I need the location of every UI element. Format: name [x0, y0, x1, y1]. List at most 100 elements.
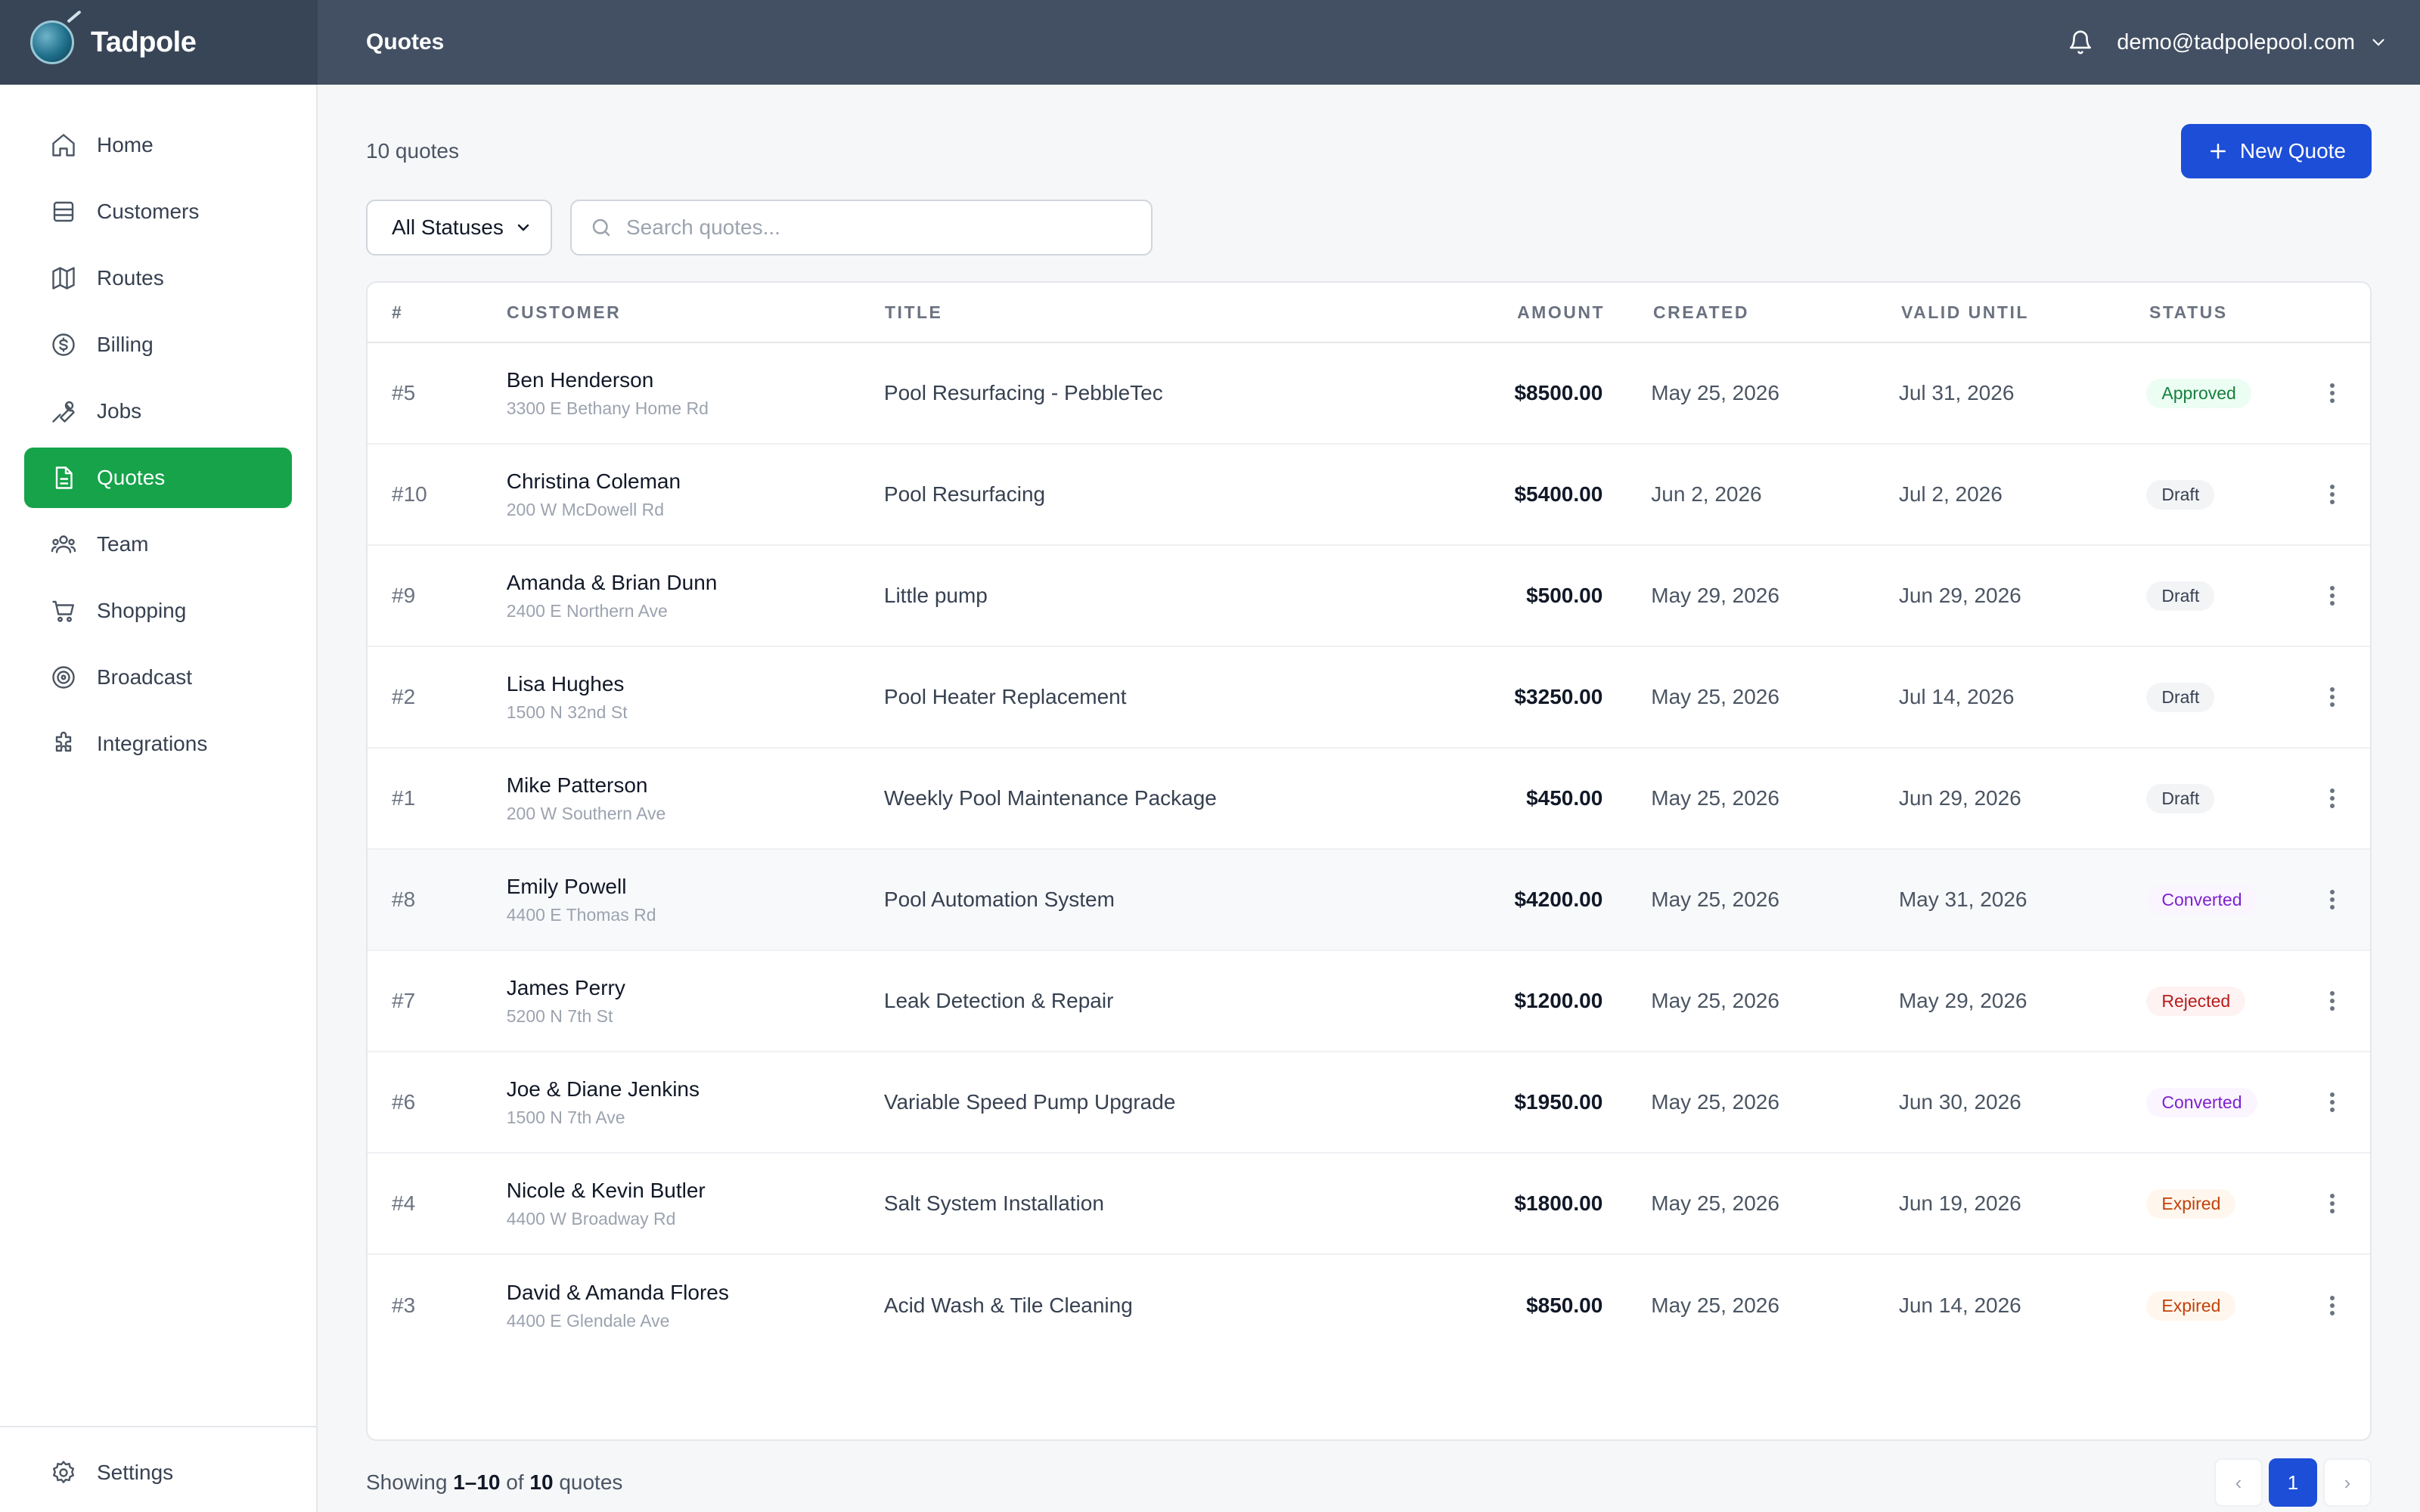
status-badge: Draft [2146, 783, 2215, 813]
sidebar-item-billing[interactable]: Billing [24, 314, 292, 375]
pager: ‹ 1 › [2214, 1458, 2372, 1507]
table-row[interactable]: #3 David & Amanda Flores 4400 E Glendale … [368, 1255, 2370, 1356]
new-quote-label: New Quote [2239, 139, 2346, 163]
customer-address: 1500 N 7th Ave [506, 1107, 625, 1127]
kebab-menu-icon[interactable] [2317, 581, 2347, 611]
search-input[interactable] [626, 215, 1118, 240]
customer-name: Ben Henderson [506, 367, 654, 392]
showing-text: Showing 1–10 of 10 quotes [366, 1470, 622, 1495]
table-row[interactable]: #5 Ben Henderson 3300 E Bethany Home Rd P… [368, 343, 2370, 445]
quote-amount: $1200.00 [1514, 989, 1603, 1012]
quote-title: Weekly Pool Maintenance Package [883, 786, 1217, 810]
quote-amount: $450.00 [1526, 786, 1603, 810]
status-badge: Converted [2146, 1087, 2257, 1117]
kebab-menu-icon[interactable] [2317, 1188, 2347, 1219]
customer-name: David & Amanda Flores [506, 1280, 729, 1304]
customer-address: 4400 E Glendale Ave [506, 1310, 670, 1331]
table-row[interactable]: #8 Emily Powell 4400 E Thomas Rd Pool Aut… [368, 850, 2370, 951]
status-badge: Expired [2146, 1290, 2236, 1321]
sidebar-item-label: Home [97, 133, 154, 156]
sidebar-item-label: Shopping [97, 599, 187, 622]
quote-amount: $4200.00 [1514, 888, 1603, 911]
table-row[interactable]: #1 Mike Patterson 200 W Southern Ave Week… [368, 748, 2370, 850]
table-row[interactable]: #4 Nicole & Kevin Butler 4400 W Broadway … [368, 1154, 2370, 1255]
page-1-button[interactable]: 1 [2269, 1458, 2317, 1507]
created-date: May 25, 2026 [1651, 685, 1779, 708]
sidebar-item-shopping[interactable]: Shopping [24, 581, 292, 641]
showing-prefix: Showing [366, 1470, 448, 1494]
quote-title: Little pump [883, 584, 988, 607]
customer-name: James Perry [506, 975, 625, 999]
created-date: May 29, 2026 [1651, 584, 1779, 607]
quote-number: #10 [392, 482, 427, 506]
sidebar-item-label: Quotes [97, 466, 166, 489]
kebab-menu-icon[interactable] [2317, 682, 2347, 712]
bell-icon[interactable] [2067, 29, 2094, 56]
quote-amount: $8500.00 [1514, 381, 1603, 404]
search-icon [592, 218, 610, 237]
valid-until-date: Jun 14, 2026 [1898, 1294, 2021, 1317]
sidebar-item-integrations[interactable]: Integrations [24, 714, 292, 774]
sidebar-item-home[interactable]: Home [24, 115, 292, 175]
created-date: May 25, 2026 [1651, 1090, 1779, 1114]
sidebar-item-settings[interactable]: Settings [24, 1442, 292, 1503]
customer-name: Mike Patterson [506, 773, 648, 797]
puzzle-icon [48, 729, 79, 759]
pagination-bar: Showing 1–10 of 10 quotes ‹ 1 › [366, 1456, 2372, 1509]
document-icon [48, 463, 79, 493]
column-header-amount[interactable]: Amount [1429, 302, 1605, 323]
column-header-created[interactable]: Created [1605, 302, 1853, 323]
quote-title: Pool Heater Replacement [883, 685, 1127, 708]
kebab-menu-icon[interactable] [2317, 783, 2347, 813]
new-quote-button[interactable]: New Quote [2180, 124, 2372, 178]
kebab-menu-icon[interactable] [2317, 986, 2347, 1016]
kebab-menu-icon[interactable] [2317, 479, 2347, 510]
brand[interactable]: Tadpole [0, 0, 318, 85]
sidebar-item-label: Jobs [97, 399, 142, 423]
customer-address: 4400 W Broadway Rd [506, 1208, 676, 1228]
created-date: May 25, 2026 [1651, 1294, 1779, 1317]
map-icon [48, 263, 79, 293]
quote-amount: $1800.00 [1514, 1191, 1603, 1215]
table-row[interactable]: #9 Amanda & Brian Dunn 2400 E Northern Av… [368, 546, 2370, 647]
created-date: May 25, 2026 [1651, 1191, 1779, 1215]
next-page-button[interactable]: › [2323, 1458, 2372, 1507]
quote-amount: $850.00 [1526, 1294, 1603, 1317]
column-header-status[interactable]: Status [2101, 302, 2320, 323]
column-header-title[interactable]: Title [885, 302, 1429, 323]
customer-name: Nicole & Kevin Butler [506, 1178, 706, 1202]
column-header-valid-until[interactable]: Valid Until [1853, 302, 2101, 323]
dollar-icon [48, 330, 79, 360]
status-filter-select[interactable]: All Statuses [366, 200, 552, 256]
sidebar-item-team[interactable]: Team [24, 514, 292, 575]
table-row[interactable]: #10 Christina Coleman 200 W McDowell Rd P… [368, 445, 2370, 546]
customer-address: 4400 E Thomas Rd [506, 904, 656, 925]
column-header-number[interactable]: # [368, 302, 507, 323]
sidebar-item-routes[interactable]: Routes [24, 248, 292, 308]
sidebar-item-jobs[interactable]: Jobs [24, 381, 292, 442]
user-menu[interactable]: demo@tadpolepool.com [2117, 30, 2388, 55]
customer-address: 200 W Southern Ave [506, 803, 666, 823]
table-row[interactable]: #6 Joe & Diane Jenkins 1500 N 7th Ave Var… [368, 1052, 2370, 1154]
customer-name: Amanda & Brian Dunn [506, 570, 718, 594]
sidebar-item-customers[interactable]: Customers [24, 181, 292, 242]
sidebar-item-quotes[interactable]: Quotes [24, 448, 292, 508]
kebab-menu-icon[interactable] [2317, 1087, 2347, 1117]
column-header-customer[interactable]: Customer [507, 302, 885, 323]
quote-number: #6 [392, 1090, 416, 1114]
quotes-table: # Customer Title Amount Created Valid Un… [366, 281, 2372, 1441]
kebab-menu-icon[interactable] [2317, 1290, 2347, 1321]
status-badge: Draft [2146, 682, 2215, 712]
sidebar-item-broadcast[interactable]: Broadcast [24, 647, 292, 708]
quote-title: Pool Resurfacing - PebbleTec [883, 381, 1163, 404]
showing-of: of [506, 1470, 524, 1494]
prev-page-button[interactable]: ‹ [2214, 1458, 2263, 1507]
valid-until-date: May 29, 2026 [1898, 989, 2028, 1012]
kebab-menu-icon[interactable] [2317, 378, 2347, 408]
kebab-menu-icon[interactable] [2317, 885, 2347, 915]
valid-until-date: Jul 14, 2026 [1898, 685, 2015, 708]
table-row[interactable]: #2 Lisa Hughes 1500 N 32nd St Pool Heater… [368, 647, 2370, 748]
table-row[interactable]: #7 James Perry 5200 N 7th St Leak Detecti… [368, 951, 2370, 1052]
customer-name: Christina Coleman [506, 469, 681, 493]
quote-number: #2 [392, 685, 416, 708]
